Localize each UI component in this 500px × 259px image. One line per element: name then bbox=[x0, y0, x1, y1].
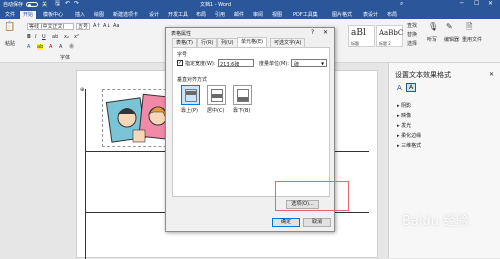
text-effects-icon[interactable]: A bbox=[27, 44, 30, 50]
dialog-close-icon[interactable]: ✕ bbox=[323, 29, 328, 36]
preferred-width-input[interactable]: 213.6磅 bbox=[218, 59, 254, 68]
tab-developer[interactable]: 开发工具 bbox=[165, 11, 191, 19]
cancel-button[interactable]: 取消 bbox=[303, 218, 331, 227]
help-icon[interactable]: ? bbox=[311, 29, 314, 36]
close-icon[interactable]: ✕ bbox=[488, 1, 493, 7]
editor-button[interactable]: 编辑器 bbox=[444, 37, 459, 43]
chevron-down-icon: ▼ bbox=[321, 61, 325, 66]
maximize-icon[interactable]: ☐ bbox=[474, 1, 479, 7]
pane-item-shadow[interactable]: ▸ 阴影 bbox=[397, 102, 411, 109]
tab-template-center[interactable]: 模板中心 bbox=[40, 11, 66, 19]
subscript-icon[interactable]: x₂ bbox=[64, 34, 69, 40]
font-name-combobox[interactable]: 等线 (中文正文) bbox=[27, 23, 74, 30]
tab-mailings[interactable]: 邮件 bbox=[231, 11, 247, 19]
enclose-char-icon[interactable]: ㊎ bbox=[69, 44, 74, 50]
pane-close-icon[interactable]: ✕ bbox=[489, 71, 494, 78]
tab-row[interactable]: 行(R) bbox=[197, 38, 218, 47]
text-fill-tab[interactable]: A bbox=[397, 84, 402, 92]
underline-icon[interactable]: U bbox=[42, 34, 46, 40]
char-shading-icon[interactable]: A bbox=[59, 44, 62, 50]
tab-view[interactable]: 视图 bbox=[269, 11, 285, 19]
pane-title: 设置文本效果格式 bbox=[395, 71, 451, 79]
autosave-toggle[interactable] bbox=[26, 2, 38, 7]
group-font-label: 字体 bbox=[60, 55, 71, 61]
reuse-files-button[interactable]: 重用文件 bbox=[462, 37, 482, 43]
dictate-button[interactable]: 听写 bbox=[427, 37, 437, 43]
ok-button[interactable]: 确定 bbox=[272, 218, 300, 227]
font-color-icon[interactable]: A bbox=[49, 44, 52, 50]
highlight-icon[interactable]: ab bbox=[37, 44, 44, 50]
pane-item-3d-format[interactable]: ▸ 三维格式 bbox=[397, 142, 421, 149]
highlight-box bbox=[275, 181, 349, 211]
superscript-icon[interactable]: x² bbox=[74, 34, 79, 40]
dialog-title: 表格属性 bbox=[171, 31, 192, 37]
bold-icon[interactable]: B bbox=[27, 34, 31, 40]
tab-cell[interactable]: 单元格(E) bbox=[237, 37, 268, 47]
tab-table-design[interactable]: 表设计 bbox=[360, 11, 381, 19]
change-case-icon[interactable]: Aa bbox=[113, 23, 119, 29]
paste-icon[interactable]: 📋 bbox=[4, 22, 15, 32]
valign-section-label: 垂直对齐方式 bbox=[177, 77, 208, 83]
table-move-handle[interactable]: ⊕ bbox=[80, 87, 84, 93]
tab-column[interactable]: 列(U) bbox=[217, 38, 238, 47]
strikethrough-icon[interactable]: ab bbox=[52, 34, 58, 40]
valign-bottom-button[interactable] bbox=[233, 85, 252, 105]
tab-alt-text[interactable]: 可选文字(A) bbox=[270, 38, 306, 47]
font-size-combobox[interactable]: 五号 bbox=[76, 23, 90, 30]
replace-button[interactable]: 替换 bbox=[407, 32, 417, 38]
style-heading-1[interactable]: aBl 标题 bbox=[348, 25, 375, 47]
find-button[interactable]: 查找 bbox=[407, 23, 417, 29]
tab-layout[interactable]: 布局 bbox=[193, 11, 209, 19]
size-section-label: 字号 bbox=[177, 52, 188, 58]
pane-item-reflection[interactable]: ▸ 映像 bbox=[397, 112, 411, 119]
style-heading-2[interactable]: AaBbC 标题 2 bbox=[376, 25, 403, 47]
valign-top-button[interactable] bbox=[181, 85, 200, 105]
preferred-width-label: 指定宽度(W): bbox=[185, 61, 216, 67]
autosave-label: 自动保存 bbox=[3, 2, 24, 8]
tab-home[interactable]: 开始 bbox=[20, 11, 37, 19]
tab-design[interactable]: 设计 bbox=[146, 11, 162, 19]
measure-in-label: 度量单位(M): bbox=[259, 61, 289, 67]
editor-icon[interactable]: ✎ bbox=[446, 22, 453, 31]
reuse-files-icon[interactable]: 🗎 bbox=[466, 22, 472, 31]
pane-item-soft-edges[interactable]: ▸ 柔化边缘 bbox=[397, 132, 421, 139]
pane-item-glow[interactable]: ▸ 发光 bbox=[397, 122, 411, 129]
ribbon-tab-bar: 文件 开始 模板中心 插入 绘图 新建选项卡 设计 开发工具 布局 引用 邮件 … bbox=[0, 10, 500, 19]
tab-draw[interactable]: 绘图 bbox=[91, 11, 107, 19]
valign-center-button[interactable] bbox=[207, 85, 226, 105]
valign-center-label: 居中(C) bbox=[207, 108, 225, 114]
cell-tab-panel: 字号 ✓ 指定宽度(W): 213.6磅 度量单位(M): 磅 ▼ 垂直对齐方式… bbox=[172, 47, 330, 209]
shrink-font-icon[interactable]: A↓ bbox=[103, 23, 111, 29]
tab-references[interactable]: 引用 bbox=[212, 11, 228, 19]
tab-table-layout[interactable]: 布局 bbox=[384, 11, 400, 19]
save-icon[interactable]: 🖫 bbox=[55, 1, 60, 7]
minimize-icon[interactable]: ─ bbox=[460, 1, 464, 7]
valign-bottom-label: 靠下(B) bbox=[233, 108, 251, 114]
table-border bbox=[85, 89, 86, 259]
baidu-watermark: Baidu 经验 bbox=[402, 214, 470, 229]
tab-file[interactable]: 文件 bbox=[2, 11, 18, 19]
tab-pdf-tools[interactable]: PDF工具集 bbox=[290, 11, 321, 19]
title-bar: 自动保存 关 🖫 ↶ ↷ 文档1 - Word ⌕ ─ ☐ ✕ bbox=[0, 0, 500, 10]
document-margin bbox=[0, 63, 76, 258]
tab-insert[interactable]: 插入 bbox=[72, 11, 88, 19]
autosave-state: 关 bbox=[42, 2, 48, 8]
microphone-icon[interactable]: 🎙 bbox=[428, 22, 438, 31]
select-button[interactable]: 选择 bbox=[407, 41, 417, 47]
tab-table[interactable]: 表格(T) bbox=[172, 38, 197, 47]
italic-icon[interactable]: I bbox=[35, 34, 36, 40]
search-icon[interactable]: ⌕ bbox=[400, 1, 403, 7]
grow-font-icon[interactable]: A↑ bbox=[93, 23, 101, 29]
valign-top-label: 靠上(P) bbox=[181, 108, 198, 114]
text-effects-tab[interactable]: A bbox=[406, 83, 416, 92]
tab-new-tab[interactable]: 新建选项卡 bbox=[110, 11, 141, 19]
document-title: 文档1 - Word bbox=[200, 2, 232, 8]
tab-picture-format[interactable]: 图片格式 bbox=[329, 11, 355, 19]
redo-icon[interactable]: ↷ bbox=[74, 1, 79, 7]
tab-review[interactable]: 审阅 bbox=[250, 11, 266, 19]
paste-label[interactable]: 粘贴 bbox=[5, 41, 15, 47]
undo-icon[interactable]: ↶ bbox=[65, 1, 70, 7]
preferred-width-checkbox[interactable]: ✓ bbox=[177, 60, 183, 66]
measure-in-select[interactable]: 磅 ▼ bbox=[291, 59, 327, 68]
